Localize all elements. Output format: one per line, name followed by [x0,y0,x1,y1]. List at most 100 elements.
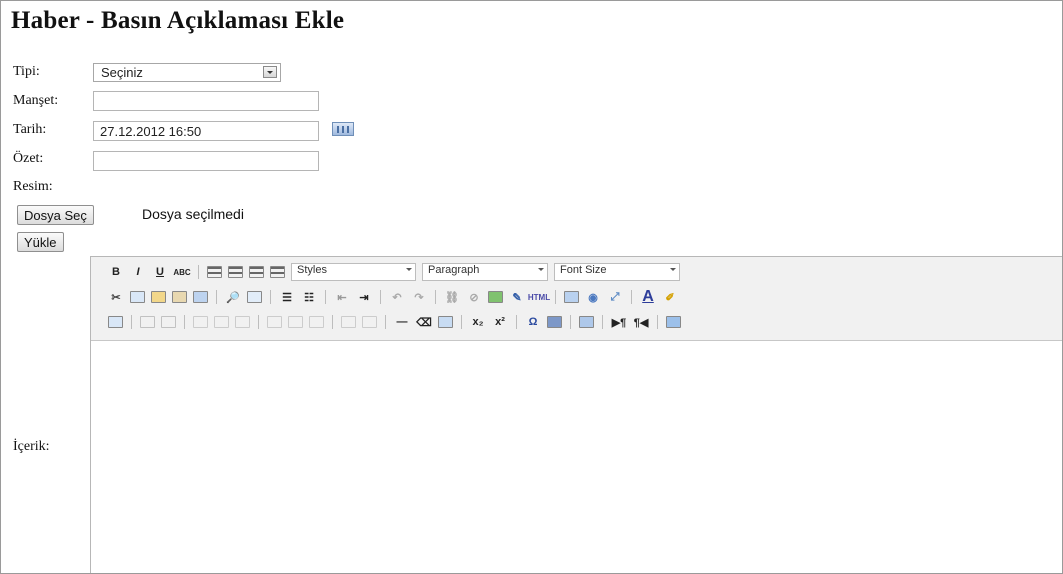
ozet-label: Özet: [13,151,44,166]
content-label: İçerik: [13,439,50,454]
date-input[interactable]: 27.12.2012 16:50 [93,121,319,141]
link-icon[interactable]: ⛓ [444,289,460,305]
insert-row-after-icon[interactable] [214,316,229,328]
replace-icon[interactable] [247,291,262,303]
file-status: Dosya seçilmedi [142,206,244,222]
print-icon[interactable] [579,316,594,328]
align-center-icon[interactable] [228,266,243,278]
strikethrough-icon[interactable]: ABC [173,264,190,280]
resim-label: Resim: [13,179,53,194]
toolbar-row-1: B I U ABC Styles Paragraph Font Size [108,262,680,282]
headline-input[interactable] [93,91,319,111]
calendar-icon[interactable] [332,122,354,136]
font-size-select-label: Font Size [560,264,607,276]
paste-icon[interactable] [151,291,166,303]
toolbar-separator [380,290,381,304]
align-right-icon[interactable] [249,266,264,278]
toolbar-separator [385,315,386,329]
toolbar-separator [131,315,132,329]
type-select[interactable]: Seçiniz [93,63,281,82]
fullscreen-editor-icon[interactable] [666,316,681,328]
dropdown-arrow-icon [406,268,412,271]
indent-icon[interactable]: ⇥ [356,289,372,305]
styles-select-label: Styles [297,264,327,276]
rtl-icon[interactable]: ¶◀ [633,314,649,330]
highlight-color-icon[interactable]: ✐ [662,289,678,305]
toolbar-separator [325,290,326,304]
subscript-icon[interactable]: x₂ [470,314,486,330]
cell-properties-icon[interactable] [161,316,176,328]
image-icon[interactable]: ✎ [509,289,525,305]
insert-col-after-icon[interactable] [288,316,303,328]
horizontal-rule-icon[interactable]: — [394,314,410,330]
underline-icon[interactable]: U [152,264,168,280]
remove-format-icon[interactable]: ⌫ [416,314,432,330]
toolbar-separator [657,315,658,329]
split-cells-icon[interactable] [341,316,356,328]
table-edit-icon[interactable] [108,316,123,328]
toolbar-separator [198,265,199,279]
dropdown-arrow-icon [670,268,676,271]
ltr-icon[interactable]: ▶¶ [611,314,627,330]
toolbar-separator [332,315,333,329]
italic-icon[interactable]: I [130,264,146,280]
paragraph-select-label: Paragraph [428,264,480,276]
manset-label: Manşet: [13,93,59,108]
visual-aid-icon[interactable] [438,316,453,328]
numbered-list-icon[interactable]: ☷ [301,289,317,305]
toolbar-separator [461,315,462,329]
superscript-icon[interactable]: x² [492,314,508,330]
redo-icon[interactable]: ↷ [411,289,427,305]
toolbar-separator [570,315,571,329]
copy-icon[interactable] [130,291,145,303]
toolbar-row-2: ✂ 🔎 ☰ ☷ ⇤ ⇥ ↶ ↷ ⛓ ⊘ ✎ HTML ◉ ⤢ A ✐ [108,287,678,307]
bold-icon[interactable]: B [108,264,124,280]
styles-select[interactable]: Styles [291,263,416,281]
merge-cells-icon[interactable] [362,316,377,328]
toolbar-row-3: — ⌫ x₂ x² Ω ▶¶ ¶◀ [108,312,681,332]
dropdown-arrow-icon [538,268,544,271]
row-properties-icon[interactable] [140,316,155,328]
summary-input[interactable] [93,151,319,171]
outdent-icon[interactable]: ⇤ [334,289,350,305]
find-icon[interactable]: 🔎 [225,289,241,305]
align-left-icon[interactable] [207,266,222,278]
editor-content-area[interactable] [91,341,1062,573]
dropdown-arrow-icon [263,66,277,78]
tarih-label: Tarih: [13,122,47,137]
preview-icon[interactable] [564,291,579,303]
toolbar-separator [631,290,632,304]
page-title: Haber - Basın Açıklaması Ekle [11,7,345,34]
text-color-icon[interactable]: A [640,288,656,305]
help-icon[interactable]: ◉ [585,289,601,305]
toolbar-separator [258,315,259,329]
toolbar-separator [555,290,556,304]
tipi-label: Tipi: [13,64,40,79]
upload-button[interactable]: Yükle [17,232,64,252]
page-frame: Haber - Basın Açıklaması Ekle Tipi: Seçi… [0,0,1063,574]
delete-row-icon[interactable] [235,316,250,328]
toolbar-separator [184,315,185,329]
toolbar-separator [216,290,217,304]
special-char-icon[interactable]: Ω [525,314,541,330]
media-icon[interactable] [547,316,562,328]
html-icon[interactable]: HTML [528,289,550,305]
paste-text-icon[interactable] [172,291,187,303]
fullscreen-icon[interactable]: ⤢ [607,289,623,305]
choose-file-button[interactable]: Dosya Seç [17,205,94,225]
undo-icon[interactable]: ↶ [389,289,405,305]
unlink-icon[interactable]: ⊘ [466,289,482,305]
delete-col-icon[interactable] [309,316,324,328]
editor-toolbar: B I U ABC Styles Paragraph Font Size ✂ 🔎… [91,257,1062,341]
insert-col-before-icon[interactable] [267,316,282,328]
paragraph-select[interactable]: Paragraph [422,263,548,281]
cut-icon[interactable]: ✂ [108,289,124,305]
toolbar-separator [602,315,603,329]
insert-row-before-icon[interactable] [193,316,208,328]
bullet-list-icon[interactable]: ☰ [279,289,295,305]
font-size-select[interactable]: Font Size [554,263,680,281]
anchor-icon[interactable] [488,291,503,303]
paste-word-icon[interactable] [193,291,208,303]
justify-icon[interactable] [270,266,285,278]
type-select-value: Seçiniz [101,65,143,80]
